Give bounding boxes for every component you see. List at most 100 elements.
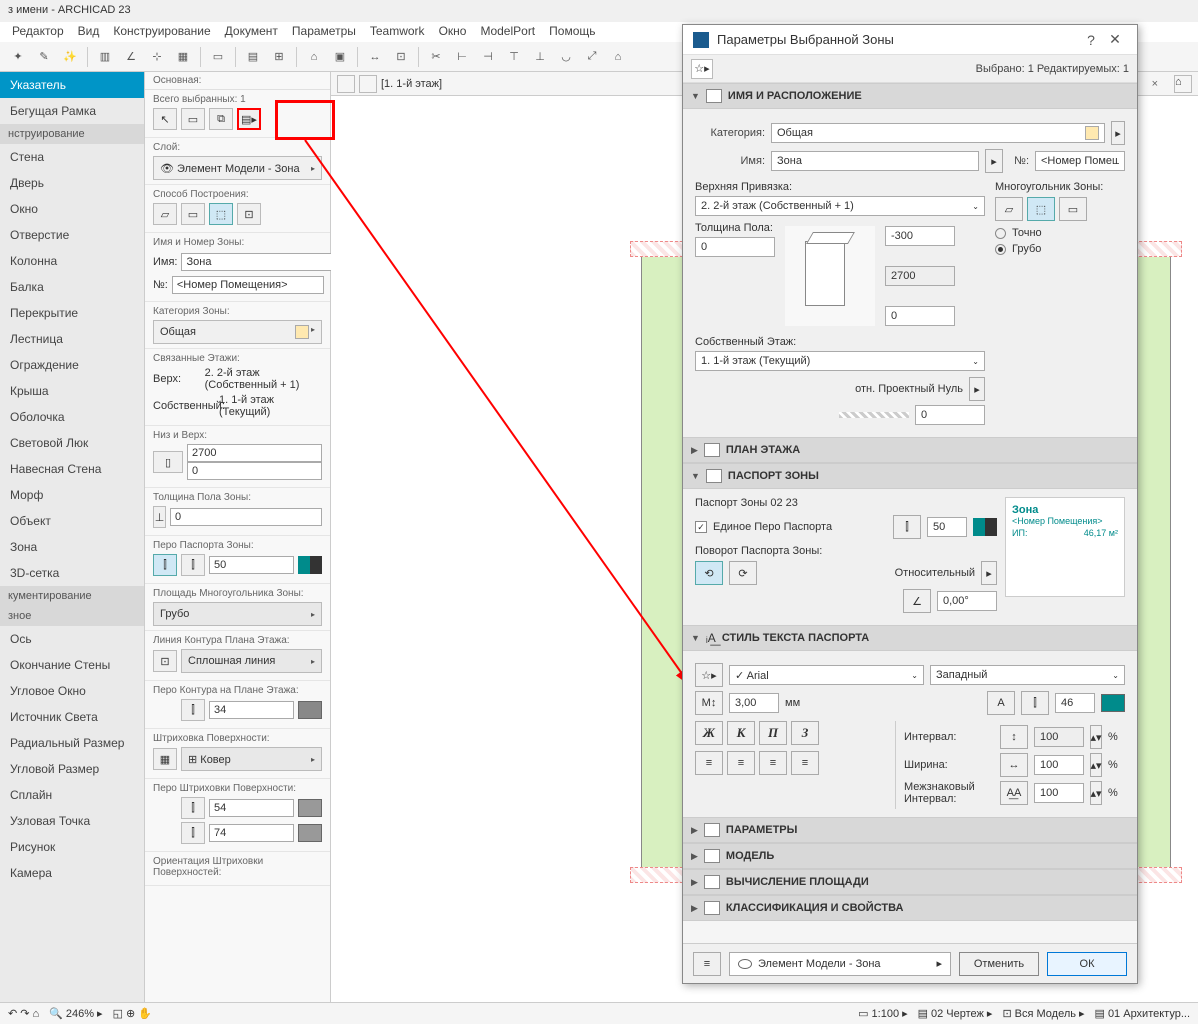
ib-sel-icon[interactable]: ▭ xyxy=(181,108,205,130)
tool-cut-icon[interactable]: ✂ xyxy=(424,45,448,69)
ib-ol-icon[interactable]: ⊡ xyxy=(153,650,177,672)
category-dropdown[interactable]: Общая xyxy=(771,123,1105,143)
tab-close-icon[interactable]: × xyxy=(1146,78,1164,90)
tool-opening[interactable]: Отверстие xyxy=(0,222,144,248)
rot-arr[interactable]: ▸ xyxy=(981,561,997,585)
align-l[interactable]: ≡ xyxy=(695,751,723,775)
align-r[interactable]: ≡ xyxy=(759,751,787,775)
sb-nav[interactable]: ↶ ↷ ⌂ xyxy=(8,1007,39,1020)
ib-settings-icon[interactable]: ▤▸ xyxy=(237,108,261,130)
ib-cat-drop[interactable]: Общая▸ xyxy=(153,320,322,344)
ib-method-4[interactable]: ⊡ xyxy=(237,203,261,225)
menu-design[interactable]: Конструирование xyxy=(113,24,210,40)
spacing-step[interactable]: ▴▾ xyxy=(1090,725,1102,749)
help-button[interactable]: ? xyxy=(1079,32,1103,48)
menu-editor[interactable]: Редактор xyxy=(12,24,64,40)
align-j[interactable]: ≡ xyxy=(791,751,819,775)
ib-link-icon[interactable]: ⧉ xyxy=(209,108,233,130)
tool-wallend[interactable]: Окончание Стены xyxy=(0,652,144,678)
tool-cornerwin[interactable]: Угловое Окно xyxy=(0,678,144,704)
ib-method-3[interactable]: ⬚ xyxy=(209,203,233,225)
tool-morph[interactable]: Морф xyxy=(0,482,144,508)
favorite-button[interactable]: ☆▸ xyxy=(691,59,713,79)
ib-method-1[interactable]: ▱ xyxy=(153,203,177,225)
ib-htop[interactable] xyxy=(187,444,322,462)
tool-camera[interactable]: Камера xyxy=(0,860,144,886)
tool-trim-icon[interactable]: ⊢ xyxy=(450,45,474,69)
sb-scale[interactable]: ▭ 1:100 ▸ xyxy=(858,1007,907,1020)
ib-hp1[interactable] xyxy=(209,799,294,817)
tool-po-icon[interactable]: ▣ xyxy=(328,45,352,69)
tool-column[interactable]: Колонна xyxy=(0,248,144,274)
ib-top-val[interactable]: 2. 2-й этаж (Собственный + 1) xyxy=(205,367,322,391)
panel-class[interactable]: ▶КЛАССИФИКАЦИЯ И СВОЙСТВА xyxy=(683,895,1137,921)
script-dropdown[interactable]: Западный⌄ xyxy=(930,665,1125,685)
poly-mode-2[interactable]: ⬚ xyxy=(1027,197,1055,221)
ib-olpen[interactable] xyxy=(209,701,294,719)
tool-angdim[interactable]: Угловой Размер xyxy=(0,756,144,782)
tool-int-icon[interactable]: ⊥ xyxy=(528,45,552,69)
tool-slab[interactable]: Перекрытие xyxy=(0,300,144,326)
ib-ol-drop[interactable]: Сплошная линия▸ xyxy=(181,649,322,673)
poly-rough-radio[interactable] xyxy=(995,244,1006,255)
tool-object[interactable]: Объект xyxy=(0,508,144,534)
tool-marquee[interactable]: Бегущая Рамка xyxy=(0,98,144,124)
panel-textstyle[interactable]: ▼ᵢA͟СТИЛЬ ТЕКСТА ПАСПОРТА xyxy=(683,625,1137,651)
name-input[interactable] xyxy=(771,151,979,171)
poly-exact-radio[interactable] xyxy=(995,228,1006,239)
ib-poly-drop[interactable]: Грубо▸ xyxy=(153,602,322,626)
ib-layer-drop[interactable]: 👁 Элемент Модели - Зона▸ xyxy=(153,156,322,180)
tool-res-icon[interactable]: ⤢ xyxy=(580,45,604,69)
menu-teamwork[interactable]: Teamwork xyxy=(370,24,425,40)
ib-num-input[interactable] xyxy=(172,276,324,294)
tool-split-icon[interactable]: ⊣ xyxy=(476,45,500,69)
sb-model[interactable]: ⊡ Вся Модель ▸ xyxy=(1002,1007,1084,1020)
offset-bot-input[interactable] xyxy=(885,306,955,326)
tool-trace-icon[interactable]: ⊡ xyxy=(389,45,413,69)
tool-suspend-icon[interactable]: ▭ xyxy=(206,45,230,69)
panel-calc[interactable]: ▶ВЫЧИСЛЕНИЕ ПЛОЩАДИ xyxy=(683,869,1137,895)
menu-options[interactable]: Параметры xyxy=(292,24,356,40)
size-input[interactable] xyxy=(729,693,779,713)
ib-hp2[interactable] xyxy=(209,824,294,842)
tool-reno-icon[interactable]: ⌂ xyxy=(302,45,326,69)
tool-spline[interactable]: Сплайн xyxy=(0,782,144,808)
ib-hp2-sw[interactable] xyxy=(298,824,322,842)
offset-top-input[interactable] xyxy=(885,226,955,246)
cat-arrow[interactable]: ▸ xyxy=(1111,121,1125,145)
panel-zonestamp[interactable]: ▼ПАСПОРТ ЗОНЫ xyxy=(683,463,1137,489)
sb-pan[interactable]: ◱ ⊕ ✋ xyxy=(113,1007,152,1020)
ib-sp-1[interactable]: ⫿ xyxy=(153,554,177,576)
font-dropdown[interactable]: ✓ Arial⌄ xyxy=(729,665,924,685)
tool-angle-icon[interactable]: ∠ xyxy=(119,45,143,69)
tool-shell[interactable]: Оболочка xyxy=(0,404,144,430)
rot-mode-2[interactable]: ⟳ xyxy=(729,561,757,585)
num-input[interactable] xyxy=(1035,151,1125,171)
tool-grid-icon[interactable]: ▦ xyxy=(171,45,195,69)
homestory-dropdown[interactable]: 1. 1-й этаж (Текущий)⌄ xyxy=(695,351,985,371)
rot-mode-1[interactable]: ⟲ xyxy=(695,561,723,585)
panel-name-location[interactable]: ▼ИМЯ И РАСПОЛОЖЕНИЕ xyxy=(683,83,1137,109)
tool-stair[interactable]: Лестница xyxy=(0,326,144,352)
tool-pick-icon[interactable]: ✦ xyxy=(6,45,30,69)
unipen-check[interactable]: ✓ xyxy=(695,521,707,533)
ib-hbot[interactable] xyxy=(187,462,322,480)
tool-mvc-icon[interactable]: ⊞ xyxy=(267,45,291,69)
tool-raddim[interactable]: Радиальный Размер xyxy=(0,730,144,756)
ib-hp1-sw[interactable] xyxy=(298,799,322,817)
tool-adj-icon[interactable]: ⊤ xyxy=(502,45,526,69)
align-c[interactable]: ≡ xyxy=(727,751,755,775)
tab-icon-1[interactable] xyxy=(337,75,355,93)
ib-arrow-icon[interactable]: ↖ xyxy=(153,108,177,130)
poly-mode-3[interactable]: ▭ xyxy=(1059,197,1087,221)
floorthick-input[interactable] xyxy=(695,237,775,257)
bold-btn[interactable]: Ж xyxy=(695,721,723,745)
name-arrow[interactable]: ▸ xyxy=(985,149,1003,173)
kern-input[interactable] xyxy=(1034,783,1084,803)
zero-input[interactable] xyxy=(915,405,985,425)
menu-document[interactable]: Документ xyxy=(225,24,278,40)
width-step[interactable]: ▴▾ xyxy=(1090,753,1102,777)
ib-sppen[interactable] xyxy=(209,556,294,574)
tool-roof[interactable]: Крыша xyxy=(0,378,144,404)
ib-own-val[interactable]: 1. 1-й этаж (Текущий) xyxy=(219,394,322,418)
